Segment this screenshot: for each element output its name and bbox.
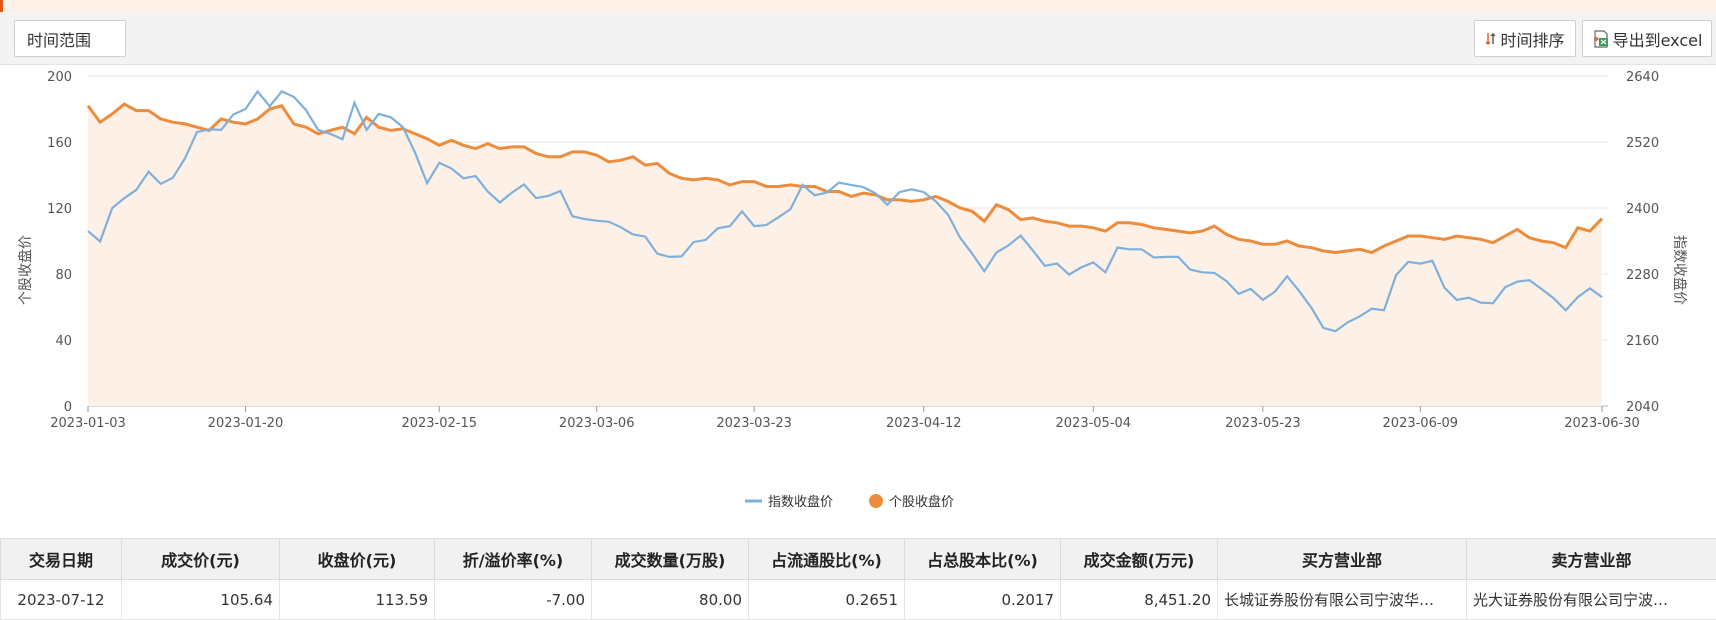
cell-total-ratio: 0.2017 bbox=[905, 580, 1061, 620]
left-tick-label: 120 bbox=[47, 202, 72, 217]
trade-table: 交易日期 成交价(元) 收盘价(元) 折/溢价率(%) 成交数量(万股) 占流通… bbox=[0, 538, 1716, 618]
legend-stock-label[interactable]: 个股收盘价 bbox=[889, 494, 954, 510]
time-sort-label: 时间排序 bbox=[1500, 27, 1564, 51]
sort-icon bbox=[1485, 32, 1497, 46]
left-tick-label: 200 bbox=[47, 70, 72, 85]
time-range-label: 时间范围 bbox=[27, 27, 91, 51]
col-trade-date[interactable]: 交易日期 bbox=[1, 539, 122, 580]
cell-deal-price: 105.64 bbox=[122, 580, 280, 620]
table-header-row: 交易日期 成交价(元) 收盘价(元) 折/溢价率(%) 成交数量(万股) 占流通… bbox=[1, 539, 1716, 580]
time-range-button[interactable]: 时间范围 bbox=[14, 20, 126, 57]
left-tick-label: 40 bbox=[55, 334, 72, 349]
col-float-ratio[interactable]: 占流通股比(%) bbox=[749, 539, 905, 580]
right-tick-label: 2160 bbox=[1626, 334, 1659, 349]
table-row[interactable]: 2023-07-12 105.64 113.59 -7.00 80.00 0.2… bbox=[1, 580, 1716, 620]
col-deal-price[interactable]: 成交价(元) bbox=[122, 539, 280, 580]
right-tick-label: 2280 bbox=[1626, 268, 1659, 283]
excel-icon bbox=[1592, 30, 1610, 48]
right-axis-ticks: 2640 2520 2400 2280 2160 2040 bbox=[1626, 70, 1659, 415]
cell-premium-rate: -7.00 bbox=[435, 580, 592, 620]
left-axis-ticks: 200 160 120 80 40 0 bbox=[47, 70, 72, 415]
x-tick-label: 2023-05-04 bbox=[1056, 416, 1132, 431]
legend: 指数收盘价 个股收盘价 bbox=[745, 494, 954, 510]
stock-area-fill bbox=[88, 104, 1602, 406]
col-close-price[interactable]: 收盘价(元) bbox=[280, 539, 435, 580]
col-premium-rate[interactable]: 折/溢价率(%) bbox=[435, 539, 592, 580]
cell-float-ratio: 0.2651 bbox=[749, 580, 905, 620]
x-tick-label: 2023-04-12 bbox=[886, 416, 962, 431]
x-tick-label: 2023-05-23 bbox=[1225, 416, 1301, 431]
x-tick-label: 2023-01-03 bbox=[50, 416, 126, 431]
price-chart: 20016012080400 264025202400228021602040 … bbox=[0, 65, 1716, 535]
cell-buyer: 长城证券股份有限公司宁波华… bbox=[1218, 580, 1467, 620]
cell-volume: 80.00 bbox=[592, 580, 749, 620]
left-axis-label: 个股收盘价 bbox=[17, 235, 34, 305]
right-tick-label: 2400 bbox=[1626, 202, 1659, 217]
col-amount[interactable]: 成交金额(万元) bbox=[1061, 539, 1218, 580]
cell-amount: 8,451.20 bbox=[1061, 580, 1218, 620]
x-tick-label: 2023-02-15 bbox=[401, 416, 477, 431]
x-tick-label: 2023-06-30 bbox=[1564, 416, 1640, 431]
x-tick-label: 2023-03-06 bbox=[559, 416, 635, 431]
toolbar: 时间范围 时间排序 导出到excel bbox=[0, 12, 1716, 65]
right-axis-label: 指数收盘价 bbox=[1671, 235, 1688, 305]
x-tick-label: 2023-06-09 bbox=[1383, 416, 1459, 431]
x-axis-ticks: 2023-01-03 2023-01-20 2023-02-15 2023-03-06… bbox=[50, 406, 1640, 431]
left-tick-label: 160 bbox=[47, 136, 72, 151]
chart-area: 20016012080400 264025202400228021602040 … bbox=[0, 65, 1716, 535]
cell-seller: 光大证券股份有限公司宁波… bbox=[1467, 580, 1716, 620]
x-tick-label: 2023-01-20 bbox=[208, 416, 284, 431]
time-sort-button[interactable]: 时间排序 bbox=[1474, 20, 1576, 57]
left-tick-label: 0 bbox=[64, 400, 72, 415]
right-tick-label: 2040 bbox=[1626, 400, 1659, 415]
col-volume[interactable]: 成交数量(万股) bbox=[592, 539, 749, 580]
x-tick-label: 2023-03-23 bbox=[716, 416, 792, 431]
cell-close-price: 113.59 bbox=[280, 580, 435, 620]
col-seller[interactable]: 卖方营业部 bbox=[1467, 539, 1716, 580]
col-total-ratio[interactable]: 占总股本比(%) bbox=[905, 539, 1061, 580]
left-tick-label: 80 bbox=[55, 268, 72, 283]
export-excel-label: 导出到excel bbox=[1613, 27, 1703, 51]
right-tick-label: 2640 bbox=[1626, 70, 1659, 85]
col-buyer[interactable]: 买方营业部 bbox=[1218, 539, 1467, 580]
legend-stock-swatch[interactable] bbox=[869, 494, 883, 508]
legend-index-label[interactable]: 指数收盘价 bbox=[768, 494, 833, 510]
cell-trade-date: 2023-07-12 bbox=[1, 580, 122, 620]
right-tick-label: 2520 bbox=[1626, 136, 1659, 151]
accent-bar bbox=[0, 0, 3, 12]
export-excel-button[interactable]: 导出到excel bbox=[1582, 20, 1712, 57]
